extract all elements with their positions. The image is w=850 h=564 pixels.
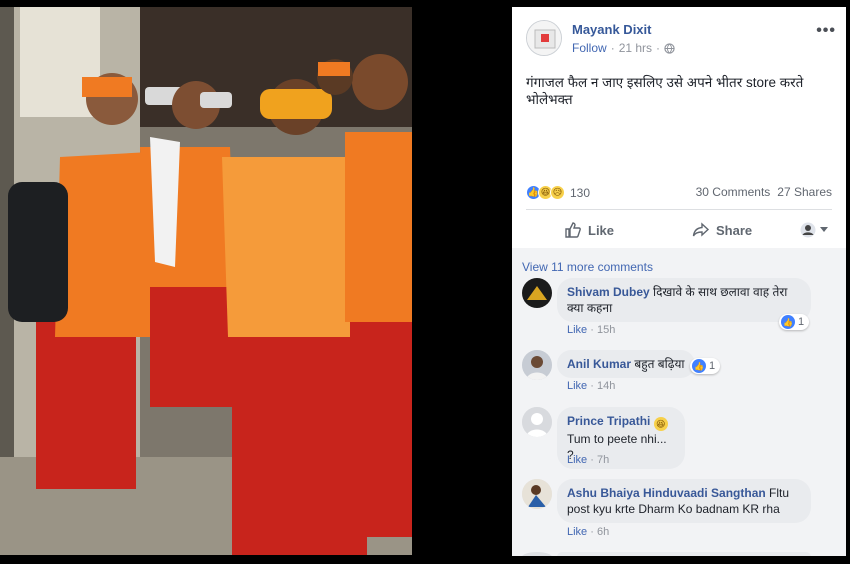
share-icon: [692, 222, 710, 237]
commenter-avatar[interactable]: [522, 479, 552, 509]
divider: [526, 209, 832, 210]
comment-item: Shivam Dubey दिखावे के साथ छलावा वाह तेर…: [522, 278, 836, 342]
comment-text: बहुत बढ़िया: [634, 357, 685, 371]
comment-like-link[interactable]: Like: [567, 324, 587, 336]
profile-avatar-icon: [800, 222, 816, 238]
comment-meta: Like · 7h: [567, 454, 609, 466]
comment-reaction-count: 1: [709, 360, 716, 372]
post-actions: Like Share: [526, 212, 832, 248]
avatar-image: [522, 479, 552, 509]
laughing-emoji-icon: 😆: [653, 417, 668, 431]
view-more-comments-link[interactable]: View 11 more comments: [522, 260, 653, 274]
photo-illustration: [0, 7, 412, 555]
post-time[interactable]: 21 hrs: [619, 41, 652, 55]
meta-dot: ·: [590, 526, 594, 538]
comments-count[interactable]: 30 Comments: [696, 185, 771, 199]
meta-dot: ·: [610, 41, 615, 55]
reaction-count: 130: [570, 185, 591, 200]
default-avatar-icon: [522, 407, 552, 437]
comment-meta: Like · 14h: [567, 380, 615, 392]
like-reaction-icon: 👍: [781, 315, 795, 329]
like-button[interactable]: Like: [564, 221, 614, 239]
commenter-avatar[interactable]: [522, 407, 552, 437]
commenter-avatar[interactable]: [522, 552, 552, 556]
avatar-image: [522, 278, 552, 308]
globe-icon: [664, 42, 675, 54]
avatar-image: [527, 21, 561, 55]
author-name[interactable]: Mayank Dixit: [572, 22, 651, 37]
reactions-bar: 👍 😆 😥 130 30 Comments 27 Shares: [526, 185, 832, 205]
next-comment-partial: [522, 552, 836, 556]
commenter-avatar[interactable]: [522, 278, 552, 308]
comment-bubble: Shivam Dubey दिखावे के साथ छलावा वाह तेर…: [557, 278, 811, 322]
comment-reaction-count: 1: [798, 316, 805, 328]
comment-meta: Like · 15h: [567, 324, 615, 336]
sad-reaction-icon: 😥: [550, 185, 565, 200]
meta-dot: ·: [590, 324, 594, 336]
meta-dot: ·: [590, 380, 594, 392]
follow-link[interactable]: Follow: [572, 41, 607, 55]
commenter-name[interactable]: Shivam Dubey: [567, 285, 650, 299]
chevron-down-icon: [820, 227, 828, 232]
comment-bubble: Ashu Bhaiya Hinduvaadi Sangthan Fltu pos…: [557, 479, 811, 523]
screen: Mayank Dixit Follow · 21 hrs · ••• गंगाज…: [0, 0, 850, 564]
like-reaction-icon: 👍: [692, 359, 706, 373]
meta-dot-2: ·: [656, 41, 661, 55]
like-label: Like: [588, 222, 615, 238]
comment-meta: Like · 6h: [567, 526, 609, 538]
meta-dot: ·: [590, 454, 594, 466]
shares-count[interactable]: 27 Shares: [777, 185, 832, 199]
comment-like-link[interactable]: Like: [567, 454, 587, 466]
thumbs-up-icon: [565, 222, 581, 238]
comment-like-link[interactable]: Like: [567, 380, 587, 392]
comment-time[interactable]: 7h: [597, 454, 609, 466]
avatar-image: [522, 350, 552, 380]
comment-time[interactable]: 6h: [597, 526, 609, 538]
post-text: गंगाजल फैल न जाए इसलिए उसे अपने भीतर sto…: [526, 75, 804, 107]
post-photo[interactable]: [0, 7, 412, 555]
comment-time[interactable]: 14h: [597, 380, 615, 392]
share-label: Share: [716, 222, 753, 238]
author-avatar[interactable]: [526, 20, 562, 56]
engagement-counts: 30 Comments 27 Shares: [696, 185, 832, 199]
comment-bubble: [557, 552, 811, 556]
post-meta: Follow · 21 hrs ·: [572, 41, 675, 55]
comments-section: View 11 more comments Shivam Dubey दिखाव…: [512, 248, 846, 556]
comment-reactions[interactable]: 👍 1: [690, 358, 721, 374]
comment-bubble: Anil Kumar बहुत बढ़िया: [557, 350, 695, 378]
comment-item: Prince Tripathi 😆 Tum to peete nhi... ? …: [522, 407, 836, 473]
comment-item: Anil Kumar बहुत बढ़िया 👍 1 Like · 14h: [522, 350, 836, 400]
comment-reactions[interactable]: 👍 1: [779, 314, 810, 330]
comment-time[interactable]: 15h: [597, 324, 615, 336]
commenter-name[interactable]: Prince Tripathi: [567, 414, 650, 428]
comment-like-link[interactable]: Like: [567, 526, 587, 538]
more-options-icon[interactable]: •••: [816, 22, 836, 40]
commenter-name[interactable]: Anil Kumar: [567, 357, 631, 371]
post-header: Mayank Dixit Follow · 21 hrs · •••: [526, 20, 836, 62]
commenter-avatar[interactable]: [522, 350, 552, 380]
comment-item: Ashu Bhaiya Hinduvaadi Sangthan Fltu pos…: [522, 479, 836, 545]
commenter-name[interactable]: Ashu Bhaiya Hinduvaadi Sangthan: [567, 486, 766, 500]
audience-selector[interactable]: [800, 222, 828, 238]
reaction-summary[interactable]: 👍 😆 😥 130: [526, 185, 590, 200]
post-panel: Mayank Dixit Follow · 21 hrs · ••• गंगाज…: [512, 7, 846, 556]
share-button[interactable]: Share: [692, 222, 752, 238]
